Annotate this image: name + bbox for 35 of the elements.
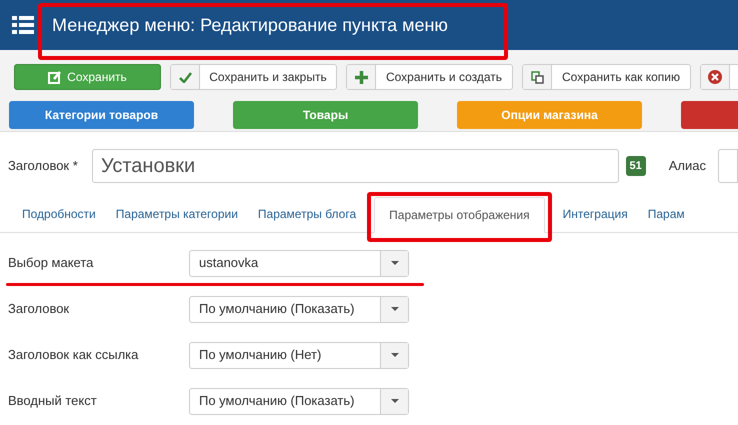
toolbar-button[interactable]	[700, 64, 738, 90]
plus-icon	[354, 70, 368, 84]
page-title: Менеджер меню: Редактирование пункта меню	[52, 14, 448, 37]
toolbar-button[interactable]: Сохранить и закрыть	[170, 64, 337, 90]
shortcut-button[interactable]: Категории товаров	[9, 101, 194, 129]
alias-input[interactable]	[718, 149, 738, 183]
check-icon	[178, 72, 192, 82]
tab[interactable]: Параметры блога	[248, 196, 366, 232]
count-badge: 51	[626, 156, 646, 176]
field-label: Заголовок	[8, 300, 70, 318]
dropdown[interactable]: ustanovka	[189, 250, 409, 276]
toolbar-button[interactable]: Сохранить и создать	[346, 64, 513, 90]
caret-icon	[390, 307, 398, 311]
tab[interactable]: Подробности	[12, 196, 106, 232]
tab[interactable]: Параметры отображения	[374, 197, 545, 233]
field-label: Заголовок как ссылка	[8, 346, 140, 364]
caret-icon	[390, 353, 398, 357]
copy-icon	[530, 70, 544, 84]
toolbar-button[interactable]: Сохранить как копию	[522, 64, 691, 90]
dropdown[interactable]: По умолчанию (Показать)	[189, 296, 409, 322]
caret-icon	[390, 399, 398, 403]
title-input[interactable]: Установки	[92, 149, 618, 183]
dropdown[interactable]: По умолчанию (Нет)	[189, 342, 409, 368]
menu-icon[interactable]	[12, 16, 34, 34]
dropdown[interactable]: По умолчанию (Показать)	[189, 388, 409, 414]
caret-icon	[390, 261, 398, 265]
field-label: Алиас	[668, 157, 706, 176]
close-icon	[708, 70, 722, 84]
tab[interactable]: Интеграция	[552, 196, 638, 232]
tab[interactable]: Парам	[638, 196, 695, 232]
field-label: Выбор макета	[8, 254, 94, 272]
tab[interactable]: Параметры категории	[106, 196, 248, 232]
field-label: Вводный текст	[8, 392, 98, 410]
field-label: Заголовок *	[8, 157, 79, 176]
edit-icon	[48, 70, 62, 84]
